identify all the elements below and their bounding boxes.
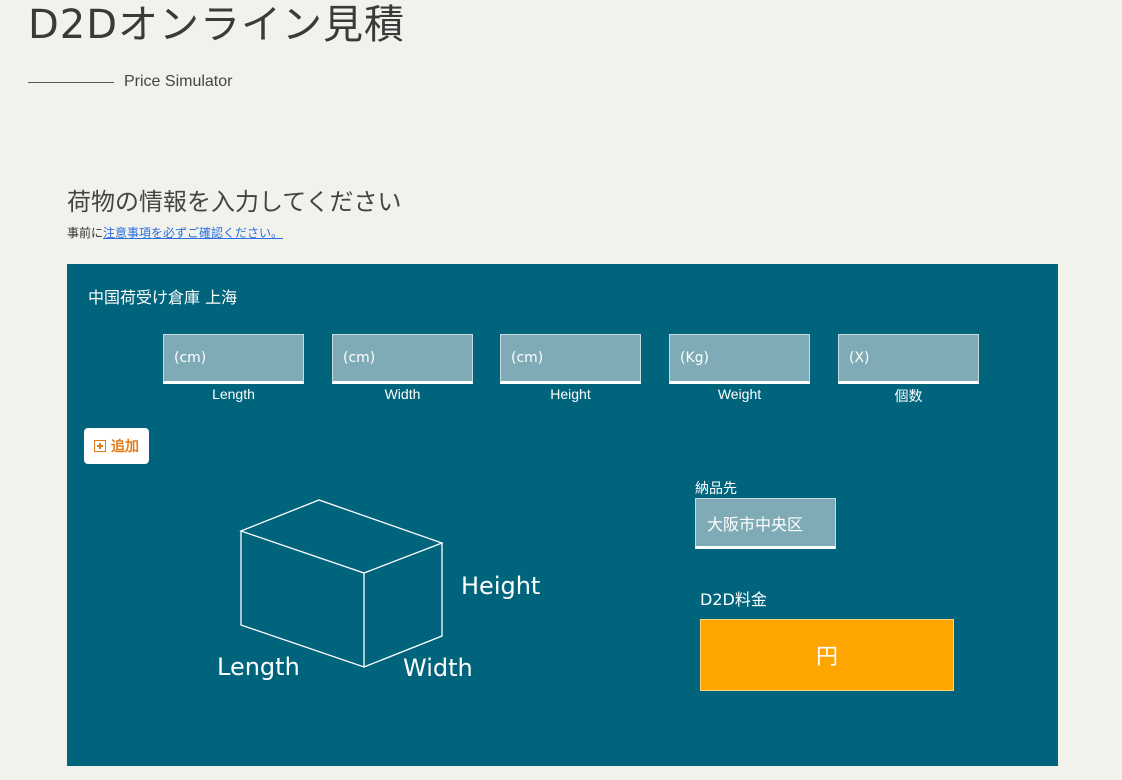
price-display: 円 <box>700 619 954 691</box>
diagram-height-label: Height <box>461 572 541 600</box>
destination-label: 納品先 <box>695 481 737 497</box>
warehouse-label: 中国荷受け倉庫 上海 <box>88 288 238 307</box>
width-field: (cm) Width <box>332 334 473 402</box>
length-input[interactable]: (cm) <box>163 334 304 384</box>
quantity-label: 個数 <box>894 388 923 404</box>
notice-link[interactable]: 注意事項を必ずご確認ください。 <box>103 226 283 240</box>
subtitle-divider <box>28 81 114 83</box>
length-label: Length <box>212 386 255 402</box>
width-label: Width <box>384 386 421 402</box>
box-side-face <box>363 543 443 668</box>
width-input[interactable]: (cm) <box>332 334 473 384</box>
section-heading: 荷物の情報を入力してください <box>67 188 402 216</box>
destination-select[interactable]: 大阪市中央区 <box>695 498 836 549</box>
notice-prefix: 事前に <box>67 226 104 240</box>
diagram-length-label: Length <box>217 653 300 681</box>
weight-field: (Kg) Weight <box>669 334 810 402</box>
plus-square-icon <box>94 440 106 452</box>
weight-input[interactable]: (Kg) <box>669 334 810 384</box>
height-input[interactable]: (cm) <box>500 334 641 384</box>
subtitle: Price Simulator <box>124 73 233 90</box>
notice-text: 事前に注意事項を必ずご確認ください。 <box>67 224 283 241</box>
height-label: Height <box>550 386 591 402</box>
box-dimension-diagram <box>239 499 444 668</box>
subtitle-row: Price Simulator <box>28 72 232 92</box>
weight-label: Weight <box>717 386 762 402</box>
height-field: (cm) Height <box>500 334 641 402</box>
price-label: D2D料金 <box>700 590 767 609</box>
estimate-panel: 中国荷受け倉庫 上海 (cm) Length (cm) Width (cm) H… <box>67 264 1058 766</box>
quantity-field: (X) 個数 <box>838 334 979 406</box>
quantity-input[interactable]: (X) <box>838 334 979 384</box>
diagram-width-label: Width <box>403 654 473 682</box>
length-field: (cm) Length <box>163 334 304 402</box>
add-button[interactable]: 追加 <box>84 428 149 464</box>
page-title: D2Dオンライン見積 <box>28 2 406 48</box>
box-top-face <box>239 499 444 574</box>
add-button-label: 追加 <box>111 439 139 455</box>
